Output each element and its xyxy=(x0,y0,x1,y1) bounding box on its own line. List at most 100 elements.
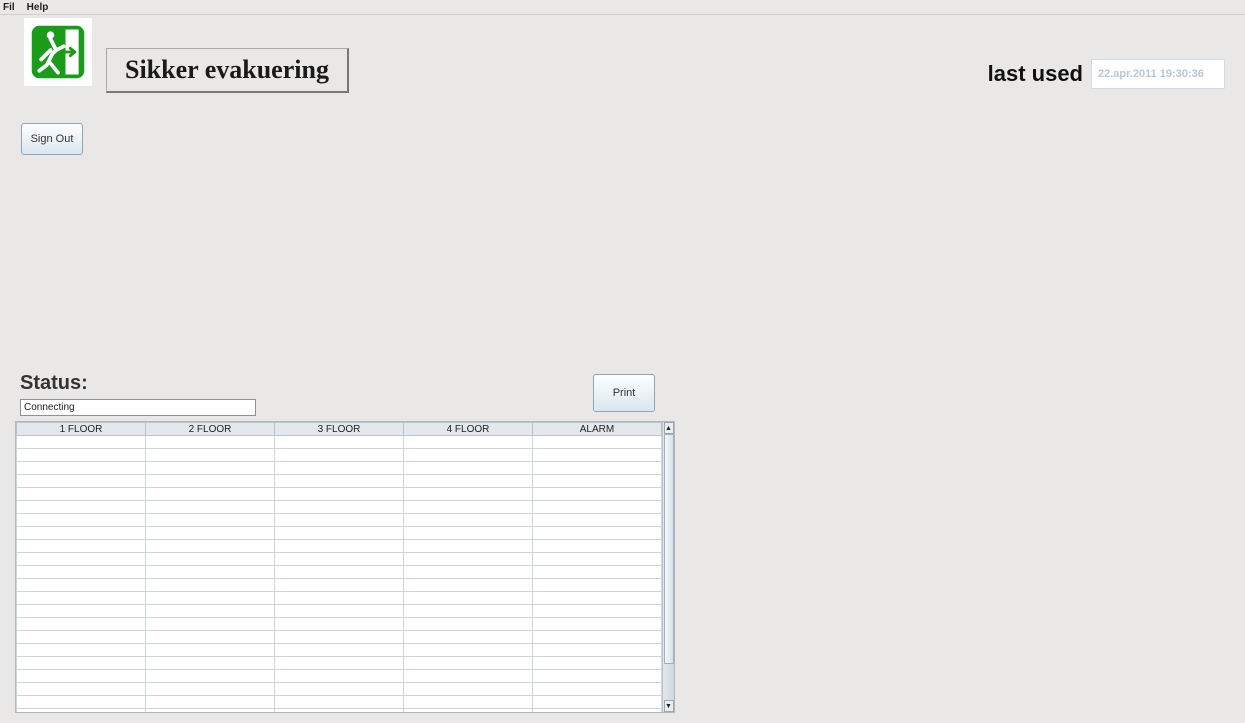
table-cell[interactable] xyxy=(17,449,146,462)
table-cell[interactable] xyxy=(146,696,275,709)
table-cell[interactable] xyxy=(275,696,404,709)
table-cell[interactable] xyxy=(17,644,146,657)
col-1floor[interactable]: 1 FLOOR xyxy=(17,423,146,436)
table-cell[interactable] xyxy=(17,566,146,579)
table-cell[interactable] xyxy=(275,436,404,449)
table-cell[interactable] xyxy=(533,696,662,709)
table-cell[interactable] xyxy=(146,579,275,592)
table-cell[interactable] xyxy=(533,631,662,644)
table-row[interactable] xyxy=(17,683,662,696)
table-cell[interactable] xyxy=(275,670,404,683)
table-cell[interactable] xyxy=(404,631,533,644)
table-cell[interactable] xyxy=(17,475,146,488)
table-row[interactable] xyxy=(17,540,662,553)
table-cell[interactable] xyxy=(17,488,146,501)
table-cell[interactable] xyxy=(533,488,662,501)
table-cell[interactable] xyxy=(533,527,662,540)
col-3floor[interactable]: 3 FLOOR xyxy=(275,423,404,436)
table-cell[interactable] xyxy=(404,657,533,670)
table-row[interactable] xyxy=(17,579,662,592)
table-cell[interactable] xyxy=(533,683,662,696)
table-row[interactable] xyxy=(17,436,662,449)
table-cell[interactable] xyxy=(17,527,146,540)
table-row[interactable] xyxy=(17,618,662,631)
table-row[interactable] xyxy=(17,527,662,540)
table-cell[interactable] xyxy=(275,514,404,527)
table-cell[interactable] xyxy=(275,683,404,696)
table-row[interactable] xyxy=(17,449,662,462)
table-cell[interactable] xyxy=(146,540,275,553)
table-cell[interactable] xyxy=(17,605,146,618)
table-cell[interactable] xyxy=(275,644,404,657)
table-cell[interactable] xyxy=(17,670,146,683)
table-row[interactable] xyxy=(17,475,662,488)
table-cell[interactable] xyxy=(146,631,275,644)
table-cell[interactable] xyxy=(404,709,533,713)
table-cell[interactable] xyxy=(533,605,662,618)
table-cell[interactable] xyxy=(146,605,275,618)
table-cell[interactable] xyxy=(404,462,533,475)
table-cell[interactable] xyxy=(146,514,275,527)
table-row[interactable] xyxy=(17,592,662,605)
table-cell[interactable] xyxy=(146,488,275,501)
table-cell[interactable] xyxy=(404,488,533,501)
table-row[interactable] xyxy=(17,657,662,670)
table-cell[interactable] xyxy=(533,592,662,605)
table-cell[interactable] xyxy=(533,514,662,527)
table-cell[interactable] xyxy=(404,553,533,566)
table-cell[interactable] xyxy=(275,488,404,501)
table-cell[interactable] xyxy=(533,709,662,713)
table-row[interactable] xyxy=(17,514,662,527)
menu-help[interactable]: Help xyxy=(25,2,51,13)
table-cell[interactable] xyxy=(404,566,533,579)
table-cell[interactable] xyxy=(533,553,662,566)
table-cell[interactable] xyxy=(404,644,533,657)
table-row[interactable] xyxy=(17,709,662,713)
table-cell[interactable] xyxy=(275,540,404,553)
table-cell[interactable] xyxy=(533,540,662,553)
table-cell[interactable] xyxy=(404,683,533,696)
table-cell[interactable] xyxy=(17,657,146,670)
table-cell[interactable] xyxy=(146,670,275,683)
table-cell[interactable] xyxy=(17,592,146,605)
table-cell[interactable] xyxy=(146,683,275,696)
scroll-down-icon[interactable]: ▼ xyxy=(664,700,674,712)
table-cell[interactable] xyxy=(275,579,404,592)
table-cell[interactable] xyxy=(146,709,275,713)
table-cell[interactable] xyxy=(146,449,275,462)
table-cell[interactable] xyxy=(275,709,404,713)
table-cell[interactable] xyxy=(275,475,404,488)
table-cell[interactable] xyxy=(17,501,146,514)
table-cell[interactable] xyxy=(404,579,533,592)
table-cell[interactable] xyxy=(146,644,275,657)
table-cell[interactable] xyxy=(404,670,533,683)
table-cell[interactable] xyxy=(17,683,146,696)
table-cell[interactable] xyxy=(533,462,662,475)
table-cell[interactable] xyxy=(146,618,275,631)
table-cell[interactable] xyxy=(17,436,146,449)
table-cell[interactable] xyxy=(17,709,146,713)
table-cell[interactable] xyxy=(146,592,275,605)
table-row[interactable] xyxy=(17,644,662,657)
table-cell[interactable] xyxy=(17,631,146,644)
table-cell[interactable] xyxy=(17,553,146,566)
table-cell[interactable] xyxy=(275,657,404,670)
table-cell[interactable] xyxy=(275,527,404,540)
table-cell[interactable] xyxy=(404,514,533,527)
status-field[interactable] xyxy=(20,399,256,416)
table-cell[interactable] xyxy=(275,566,404,579)
table-cell[interactable] xyxy=(404,436,533,449)
table-cell[interactable] xyxy=(275,605,404,618)
table-cell[interactable] xyxy=(404,605,533,618)
table-cell[interactable] xyxy=(533,657,662,670)
table-cell[interactable] xyxy=(275,592,404,605)
sign-out-button[interactable]: Sign Out xyxy=(21,123,83,155)
table-cell[interactable] xyxy=(17,579,146,592)
table-cell[interactable] xyxy=(533,449,662,462)
table-cell[interactable] xyxy=(275,631,404,644)
table-cell[interactable] xyxy=(275,462,404,475)
table-cell[interactable] xyxy=(146,527,275,540)
table-row[interactable] xyxy=(17,631,662,644)
table-cell[interactable] xyxy=(404,501,533,514)
table-cell[interactable] xyxy=(404,527,533,540)
